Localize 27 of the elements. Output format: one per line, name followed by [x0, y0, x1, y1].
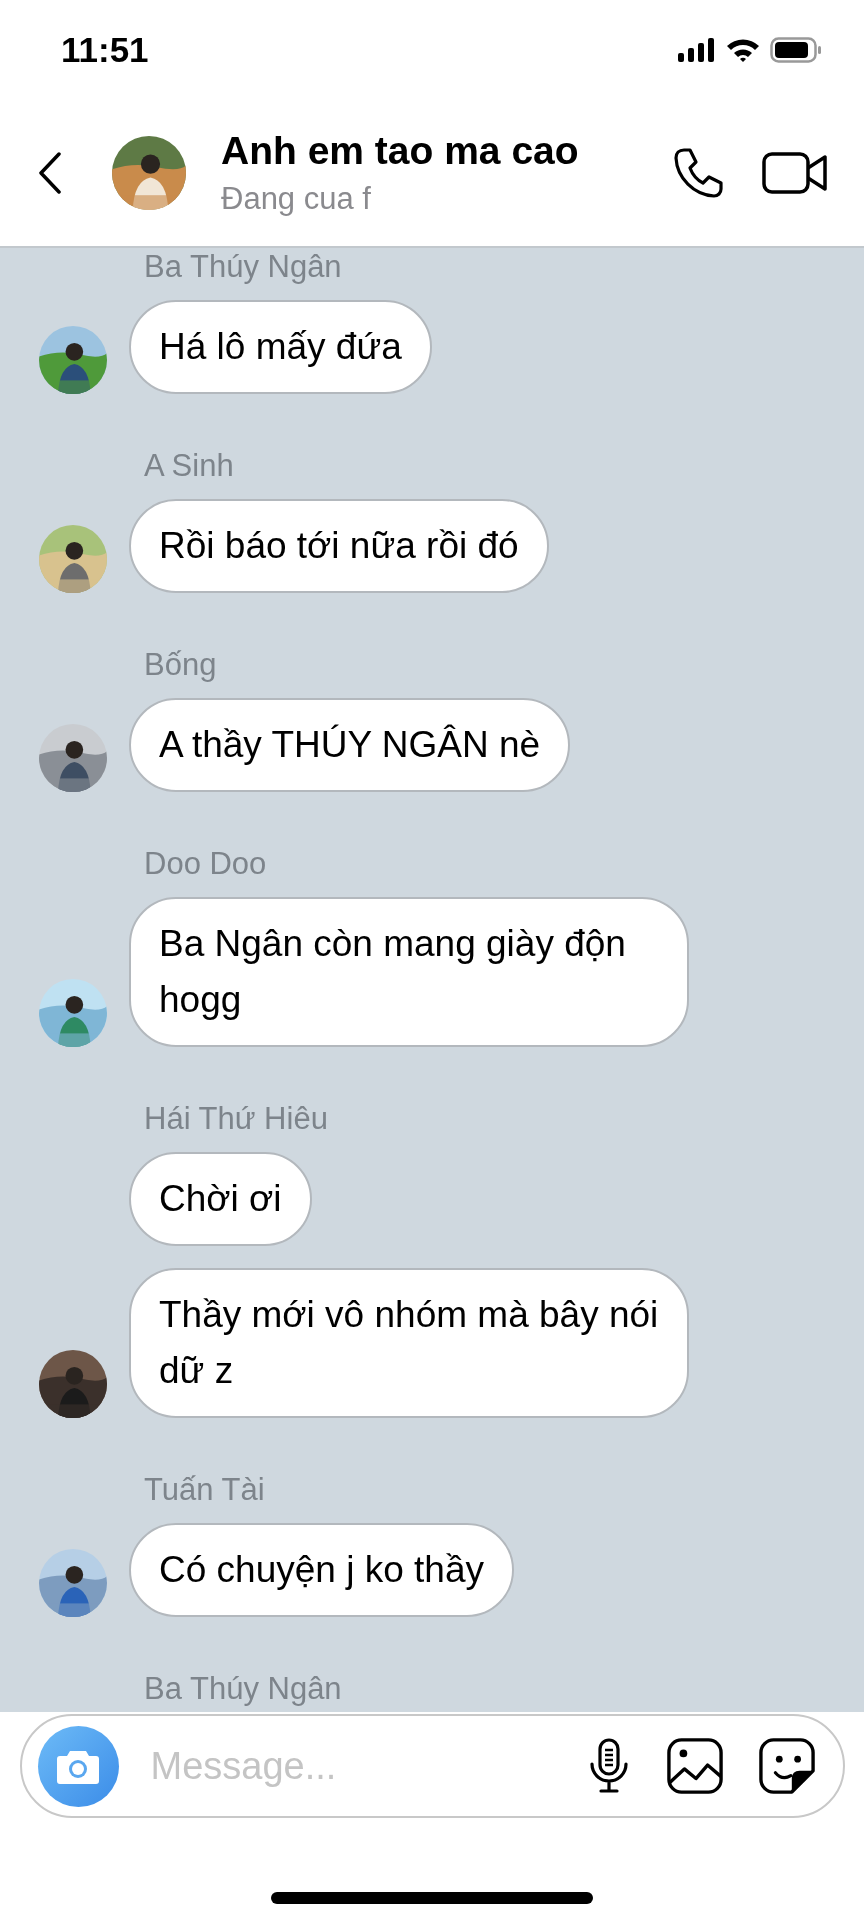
signal-icon	[678, 38, 716, 62]
sender-name: Bống	[144, 648, 218, 682]
message-bubble: Ba Ngân còn mang giày độn hogg	[129, 897, 689, 1047]
wifi-icon	[725, 37, 761, 63]
sender-name: A Sinh	[144, 449, 235, 483]
message-bubble: Há lô mấy đứa	[129, 300, 432, 394]
chat-title: Anh em tao ma cao	[221, 129, 580, 173]
message-bubble: Có chuyện j ko thầy	[129, 1523, 514, 1617]
phone-icon[interactable]	[672, 147, 724, 199]
sticker-icon[interactable]	[758, 1738, 815, 1794]
message-bubble: Rồi báo tới nữa rồi đó	[129, 499, 549, 593]
sender-name: Ba Thúy Ngân	[144, 1672, 343, 1706]
sender-name: Tuấn Tài	[144, 1473, 266, 1507]
sender-name: Ba Thúy Ngân	[144, 250, 343, 284]
message-bubble: Thầy mới vô nhóm mà bây nói dữ z	[129, 1268, 689, 1418]
status-time: 11:51	[61, 30, 149, 70]
back-icon[interactable]	[38, 152, 62, 194]
image-icon[interactable]	[666, 1738, 723, 1794]
message-bubble: A thầy THÚY NGÂN nè	[129, 698, 571, 792]
camera-button[interactable]	[37, 1725, 119, 1807]
sender-name: Doo Doo	[144, 847, 268, 881]
battery-icon	[770, 37, 822, 63]
message-input[interactable]: Message...	[148, 1743, 551, 1789]
sender-name: Hái Thứ Hiêu	[144, 1102, 329, 1136]
chat-status: Đang cua f	[221, 181, 372, 217]
message-bubble: Chời ơi	[129, 1152, 312, 1246]
video-camera-icon[interactable]	[762, 151, 828, 195]
